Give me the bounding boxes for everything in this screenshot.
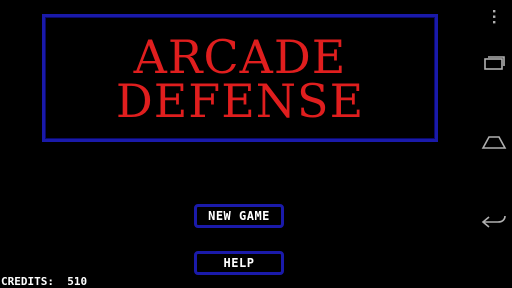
credits-display: CREDITS: 510 [1, 275, 87, 288]
help-button[interactable]: HELP [194, 251, 284, 275]
home-icon[interactable] [476, 132, 512, 152]
title-line-defense: DEFENSE [115, 74, 365, 128]
overflow-menu-icon[interactable] [476, 8, 512, 26]
new-game-button[interactable]: NEW GAME [194, 204, 284, 228]
credits-label: CREDITS: [1, 275, 54, 288]
system-nav-bar [476, 0, 512, 288]
back-icon[interactable] [476, 212, 512, 232]
recent-apps-icon[interactable] [476, 52, 512, 72]
title-banner: ARCADE DEFENSE [42, 14, 438, 142]
game-screen: ARCADE DEFENSE NEW GAME HELP CREDITS: 51… [0, 0, 512, 288]
game-area: ARCADE DEFENSE NEW GAME HELP CREDITS: 51… [0, 0, 476, 288]
credits-value: 510 [67, 275, 88, 288]
